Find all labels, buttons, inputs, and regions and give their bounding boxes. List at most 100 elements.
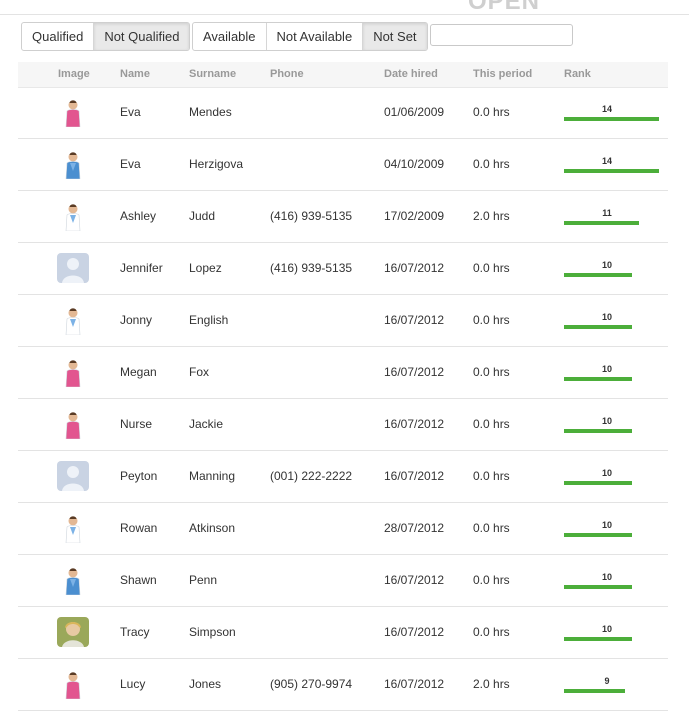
doctor-photo-avatar (57, 201, 89, 231)
surname-cell: Lopez (189, 261, 222, 275)
date-hired-cell: 16/07/2012 (384, 573, 445, 587)
rank-value: 14 (601, 156, 612, 166)
date-hired-cell: 16/07/2012 (384, 417, 445, 431)
table-row[interactable]: Eva Herzigova 04/10/2009 0.0 hrs 14 (18, 139, 668, 191)
not-qualified-filter-button[interactable]: Not Qualified (94, 23, 190, 50)
table-row[interactable]: Lucy Jones (905) 270-9974 16/07/2012 2.0 hrs… (18, 659, 668, 711)
name-cell: Eva (120, 157, 141, 171)
rank-bar (564, 273, 632, 277)
table-row[interactable]: Ashley Judd (416) 939-5135 17/02/2009 2.0 hr… (18, 191, 668, 243)
rank-value: 10 (601, 312, 612, 322)
column-header-image[interactable]: Image (58, 68, 90, 80)
name-cell: Tracy (120, 625, 150, 639)
date-hired-cell: 01/06/2009 (384, 105, 445, 119)
doctor-photo-avatar (57, 149, 89, 179)
available-filter-button[interactable]: Available (193, 23, 267, 50)
rank-bar (564, 377, 632, 381)
table-header: Image Name Surname Phone Date hired This… (18, 62, 668, 88)
table-row[interactable]: Nurse Jackie 16/07/2012 0.0 hrs 10 (18, 399, 668, 451)
rank-value: 10 (601, 364, 612, 374)
table-row[interactable]: Peyton Manning (001) 222-2222 16/07/2012 0.0… (18, 451, 668, 503)
column-header-this-period[interactable]: This period (473, 68, 532, 80)
column-header-surname[interactable]: Surname (189, 68, 236, 80)
surname-cell: Penn (189, 573, 218, 587)
doctor-photo-avatar (57, 305, 89, 335)
name-cell: Jennifer (120, 261, 163, 275)
this-period-cell: 0.0 hrs (473, 157, 510, 171)
rank-value: 10 (601, 624, 612, 634)
this-period-cell: 0.0 hrs (473, 261, 510, 275)
table-row[interactable]: Eva Mendes 01/06/2009 0.0 hrs 14 (18, 87, 668, 139)
phone-cell: (905) 270-9974 (270, 677, 353, 691)
staff-table-body: Eva Mendes 01/06/2009 0.0 hrs 14 Eva Herzigova… (18, 87, 668, 711)
date-hired-cell: 16/07/2012 (384, 365, 445, 379)
column-header-date-hired[interactable]: Date hired (384, 68, 438, 80)
nurse-photo-avatar (57, 669, 89, 699)
column-header-rank[interactable]: Rank (564, 68, 591, 80)
this-period-cell: 0.0 hrs (473, 417, 510, 431)
surname-cell: Simpson (189, 625, 236, 639)
name-cell: Eva (120, 105, 141, 119)
this-period-cell: 2.0 hrs (473, 677, 510, 691)
surname-cell: Jones (189, 677, 222, 691)
date-hired-cell: 28/07/2012 (384, 521, 445, 535)
person-photo-avatar (57, 617, 89, 647)
date-hired-cell: 16/07/2012 (384, 677, 445, 691)
search-input[interactable] (430, 24, 573, 46)
name-cell: Nurse (120, 417, 153, 431)
surname-cell: Mendes (189, 105, 232, 119)
surname-cell: Manning (189, 469, 236, 483)
rank-value: 10 (601, 520, 612, 530)
surname-cell: Atkinson (189, 521, 236, 535)
name-cell: Jonny (120, 313, 153, 327)
surname-cell: Herzigova (189, 157, 244, 171)
column-header-phone[interactable]: Phone (270, 68, 304, 80)
surname-cell: English (189, 313, 229, 327)
table-row[interactable]: Shawn Penn 16/07/2012 0.0 hrs 10 (18, 555, 668, 607)
table-row[interactable]: Rowan Atkinson 28/07/2012 0.0 hrs 10 (18, 503, 668, 555)
name-cell: Ashley (120, 209, 157, 223)
this-period-cell: 2.0 hrs (473, 209, 510, 223)
this-period-cell: 0.0 hrs (473, 365, 510, 379)
name-cell: Shawn (120, 573, 157, 587)
column-header-name[interactable]: Name (120, 68, 150, 80)
table-row[interactable]: Jonny English 16/07/2012 0.0 hrs 10 (18, 295, 668, 347)
surname-cell: Fox (189, 365, 210, 379)
qualified-filter-button[interactable]: Qualified (22, 23, 95, 50)
nurse-photo-avatar (57, 97, 89, 127)
rank-bar (564, 689, 625, 693)
rank-value: 9 (604, 676, 610, 686)
top-bar: OPEN (0, 0, 689, 15)
not-set-filter-button[interactable]: Not Set (363, 23, 427, 50)
this-period-cell: 0.0 hrs (473, 625, 510, 639)
date-hired-cell: 17/02/2009 (384, 209, 445, 223)
rank-value: 11 (602, 208, 612, 218)
name-cell: Peyton (120, 469, 158, 483)
table-row[interactable]: Megan Fox 16/07/2012 0.0 hrs 10 (18, 347, 668, 399)
table-row[interactable]: Tracy Simpson 16/07/2012 0.0 hrs 10 (18, 607, 668, 659)
name-cell: Megan (120, 365, 157, 379)
rank-bar (564, 221, 639, 225)
placeholder-avatar (57, 253, 89, 283)
rank-value: 14 (601, 104, 612, 114)
doctor-photo-avatar (57, 513, 89, 543)
rank-bar (564, 325, 632, 329)
date-hired-cell: 04/10/2009 (384, 157, 445, 171)
rank-value: 10 (601, 468, 612, 478)
surname-cell: Judd (189, 209, 216, 223)
rank-bar (564, 429, 632, 433)
phone-cell: (416) 939-5135 (270, 209, 353, 223)
rank-bar (564, 533, 632, 537)
rank-value: 10 (601, 572, 612, 582)
this-period-cell: 0.0 hrs (473, 521, 510, 535)
nurse-photo-avatar (57, 409, 89, 439)
surname-cell: Jackie (189, 417, 224, 431)
nurse-photo-avatar (57, 357, 89, 387)
not-available-filter-button[interactable]: Not Available (267, 23, 364, 50)
date-hired-cell: 16/07/2012 (384, 625, 445, 639)
this-period-cell: 0.0 hrs (473, 573, 510, 587)
rank-bar (564, 637, 632, 641)
name-cell: Rowan (120, 521, 158, 535)
table-row[interactable]: Jennifer Lopez (416) 939-5135 16/07/2012 0.0… (18, 243, 668, 295)
doctor-photo-avatar (57, 565, 89, 595)
